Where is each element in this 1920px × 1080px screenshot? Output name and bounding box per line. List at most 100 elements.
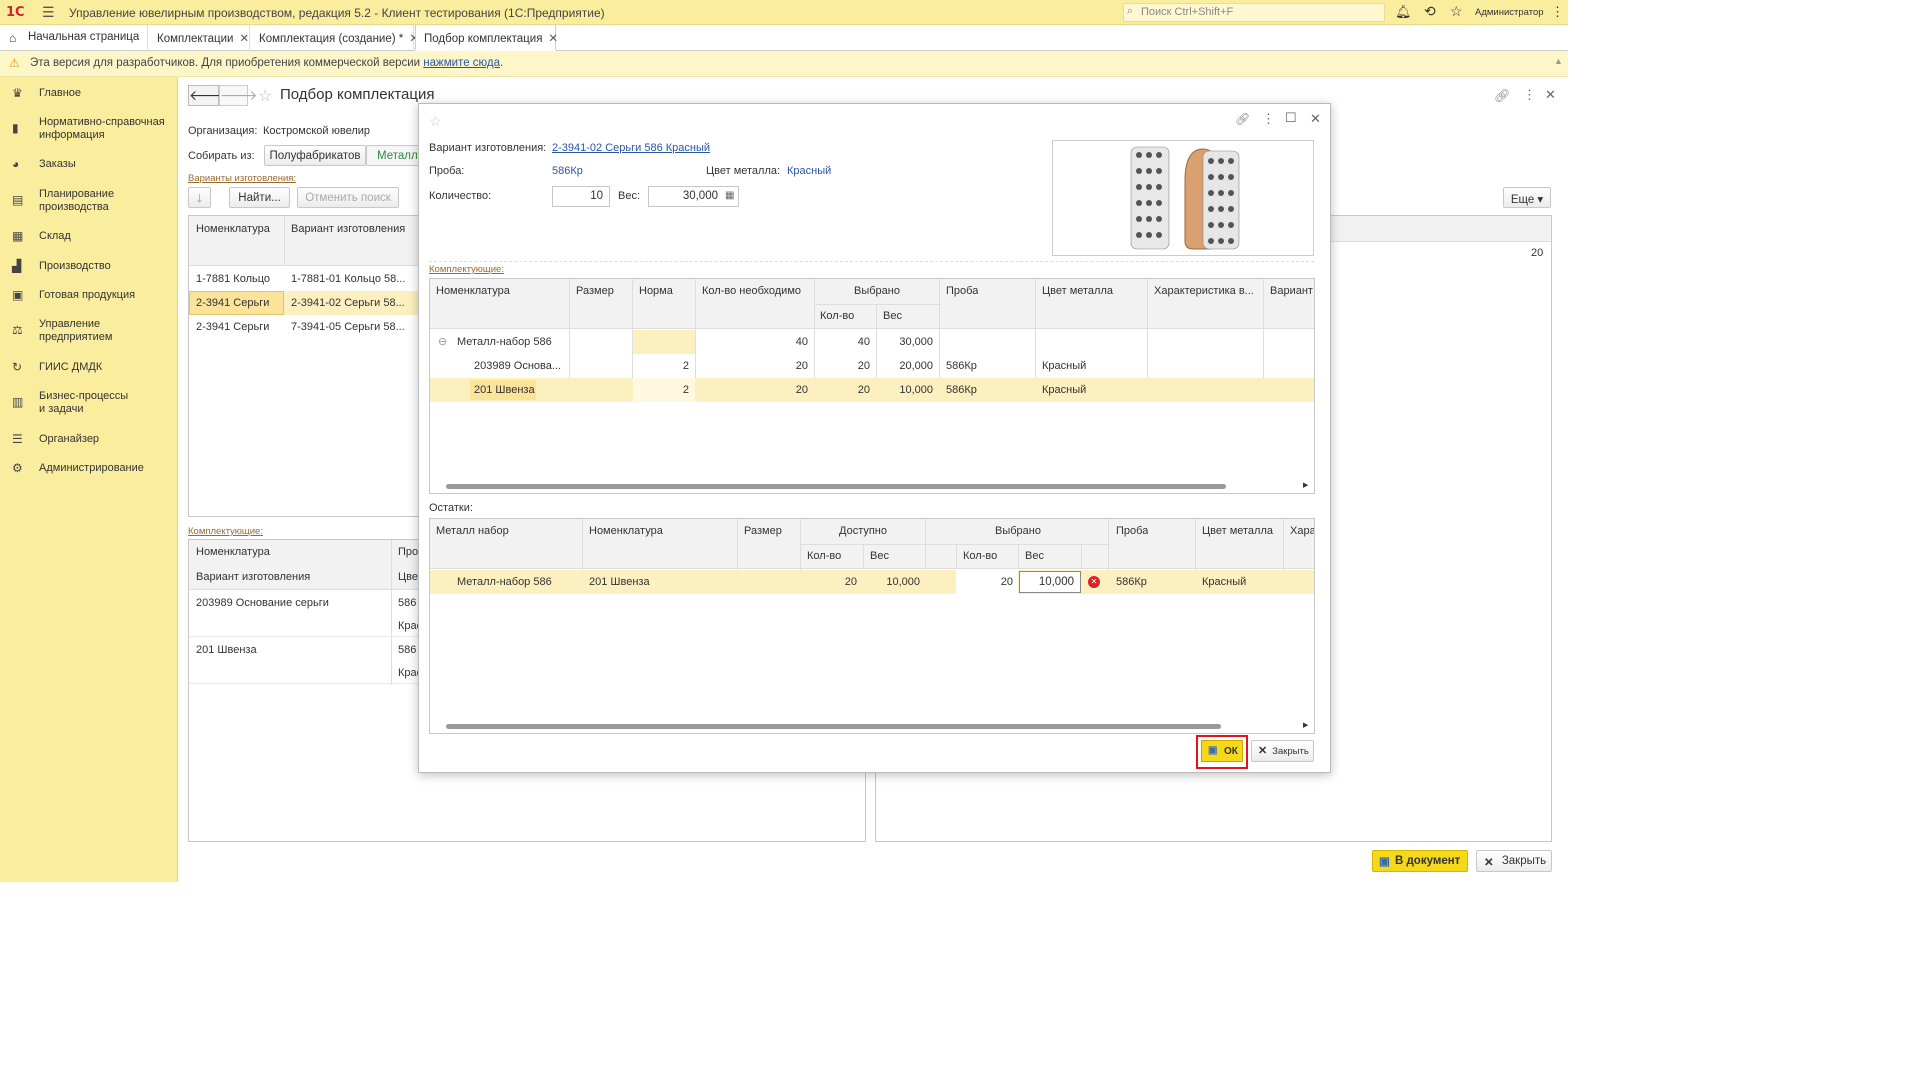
tab-complectation-create[interactable]: Комплектация (создание) *✕ [251,25,419,51]
close-button[interactable]: ✕ Закрыть [1476,850,1552,872]
favorite-star-icon[interactable]: ☆ [258,86,272,106]
dialog-star-icon[interactable]: ☆ [429,113,442,130]
sidebar-item-management[interactable]: ⚖ Управление предприятием [0,318,130,344]
col-char[interactable]: Характеристика в... [1154,285,1260,297]
sidebar-item-warehouse[interactable]: ▦ Склад [0,230,178,243]
dialog-more-icon[interactable]: ⋮ [1262,111,1275,127]
col-size[interactable]: Размер [744,525,782,537]
col-color[interactable]: Цвет металла [1202,525,1273,537]
buy-link[interactable]: нажмите сюда [423,57,500,69]
sidebar-item-bp[interactable]: ▥ Бизнес-процессы и задачи [0,390,130,416]
back-button[interactable]: 🡐 [188,85,227,106]
arrow-down-button[interactable]: 🡓 [188,187,211,208]
table-row-selected[interactable]: 201 Швенза 2 20 20 10,000 586Кр Красный [430,378,1314,402]
col-size[interactable]: Размер [576,285,614,297]
col-need[interactable]: Кол-во необходимо [702,285,801,297]
bell-icon[interactable]: 🔔︎ [1395,4,1412,20]
close-icon[interactable]: ✕ [548,33,558,45]
menu-icon[interactable]: ☰ [42,4,55,21]
sidebar-item-products[interactable]: ▣ Готовая продукция [0,289,178,302]
collect-metal-tab[interactable]: Металл- [366,145,422,166]
col-variant[interactable]: Вариант [1270,285,1314,297]
to-document-button[interactable]: ▣ В документ [1372,850,1468,872]
more-icon[interactable]: ⋮ [1551,4,1564,20]
table-row[interactable]: 203989 Основа... 2 20 20 20,000 586Кр Кр… [430,354,1314,378]
horizontal-scrollbar[interactable] [446,724,1221,729]
variant-value-link[interactable]: 2-3941-02 Серьги 586 Красный [552,142,710,154]
col-metal-set[interactable]: Металл набор [436,525,509,537]
ok-button[interactable]: ▣ ОК [1201,740,1243,762]
cancel-search-button[interactable]: Отменить поиск [297,187,399,208]
col-char[interactable]: Хара [1290,525,1314,537]
star-icon[interactable]: ☆ [1450,3,1463,20]
variants-table[interactable]: Номенклатура Вариант изготовления 1-7881… [188,215,420,517]
forward-button[interactable]: 🡒 [219,85,258,106]
user-name[interactable]: Администратор [1475,7,1544,18]
col-available[interactable]: Доступно [839,525,887,537]
proba-value[interactable]: 586Кр [552,165,583,177]
scroll-right-icon[interactable]: ▶ [1303,721,1308,729]
table-row[interactable]: 1-7881 Кольцо 1-7881-01 Кольцо 58... [189,267,419,291]
col-norm[interactable]: Норма [639,285,673,297]
table-row-group[interactable]: ⊖ Металл-набор 586 40 40 30,000 [430,330,1314,354]
col-nomenclature[interactable]: Номенклатура [196,223,270,235]
col-selected[interactable]: Выбрано [854,285,900,297]
remains-table[interactable]: Металл набор Номенклатура Размер Доступн… [429,518,1315,734]
sidebar-item-planning[interactable]: ▤ Планирование производства [0,188,130,214]
table-row[interactable]: 203989 Основание серьги 586 Крас [189,591,422,637]
sidebar-item-organizer[interactable]: ☰ Органайзер [0,433,178,446]
col-sel-qty[interactable]: Кол-во [820,310,854,322]
tab-complectations[interactable]: Комплектации ✕ [149,25,250,51]
dialog-close-button[interactable]: ✕ Закрыть [1251,740,1314,762]
col-proba[interactable]: Проба [946,285,978,297]
table-row[interactable]: 2-3941 Серьги 7-3941-05 Серьги 58... [189,315,419,339]
col-avail-weight[interactable]: Вес [870,550,889,562]
table-row-selected[interactable]: Металл-набор 586 201 Швенза 20 10,000 20… [430,570,1314,594]
dialog-link-icon[interactable]: 🔗︎ [1235,112,1250,126]
col-sel-weight[interactable]: Вес [883,310,902,322]
sidebar-item-orders[interactable]: ◕ Заказы [0,158,178,171]
tab-selection[interactable]: Подбор комплектация ✕ [415,25,558,51]
sidebar-item-production[interactable]: ▟ Производство [0,260,178,273]
calculator-icon[interactable]: ▦ [725,190,734,201]
col-selected[interactable]: Выбрано [995,525,1041,537]
col-nom[interactable]: Номенклатура [436,285,510,297]
color-value[interactable]: Красный [787,165,831,177]
col-proba[interactable]: Проба [1116,525,1148,537]
dialog-components-table[interactable]: Номенклатура Размер Норма Кол-во необход… [429,278,1315,494]
history-icon[interactable]: ⟲ [1424,3,1436,20]
col-nom[interactable]: Номенклатура [589,525,663,537]
scroll-right-icon[interactable]: ▶ [1303,481,1308,489]
table-row[interactable]: 201 Швенза 586 Крас [189,638,422,684]
dialog-close-icon[interactable]: ✕ [1310,111,1321,127]
collapse-icon[interactable]: ⊖ [438,335,447,348]
link-icon[interactable]: 🔗︎ [1494,88,1511,104]
horizontal-scrollbar[interactable] [446,484,1226,489]
dialog-maximize-icon[interactable]: ☐ [1285,110,1297,126]
col-avail-qty[interactable]: Кол-во [807,550,841,562]
sidebar-item-admin[interactable]: ⚙ Администрирование [0,462,178,475]
sidebar-item-giis[interactable]: ↻ ГИИС ДМДК [0,361,178,374]
form-more-icon[interactable]: ⋮ [1523,87,1536,103]
close-icon[interactable]: ✕ [239,33,249,45]
qty-input[interactable]: 10 [552,186,610,207]
more-button[interactable]: Еще ▾ [1503,187,1551,208]
scroll-arrow-icon[interactable]: ▲ [1554,56,1563,66]
col-sel-qty[interactable]: Кол-во [963,550,997,562]
selected-weight-input[interactable]: 10,000 [1019,571,1081,593]
global-search-input[interactable]: ⌕ Поиск Ctrl+Shift+F [1123,3,1385,22]
sidebar-item-main[interactable]: ♛ Главное [0,87,178,100]
tab-home[interactable]: ⌂ Начальная страница [0,25,148,51]
col-sel-weight[interactable]: Вес [1025,550,1044,562]
sidebar-item-nsi[interactable]: ▮ Нормативно-справочная информация [0,116,170,142]
window-title: Управление ювелирным производством, реда… [69,6,605,20]
col-variant[interactable]: Вариант изготовления [291,223,405,235]
clear-icon[interactable]: ✕ [1088,576,1100,588]
collect-semi-tab[interactable]: Полуфабрикатов [264,145,366,166]
col-color[interactable]: Цвет металла [1042,285,1113,297]
table-row-selected[interactable]: 2-3941 Серьги 2-3941-02 Серьги 58... [189,291,419,315]
org-value[interactable]: Костромской ювелир [263,125,370,137]
form-close-icon[interactable]: ✕ [1545,87,1556,103]
find-button[interactable]: Найти... [229,187,290,208]
crown-icon: ♛ [12,86,23,100]
